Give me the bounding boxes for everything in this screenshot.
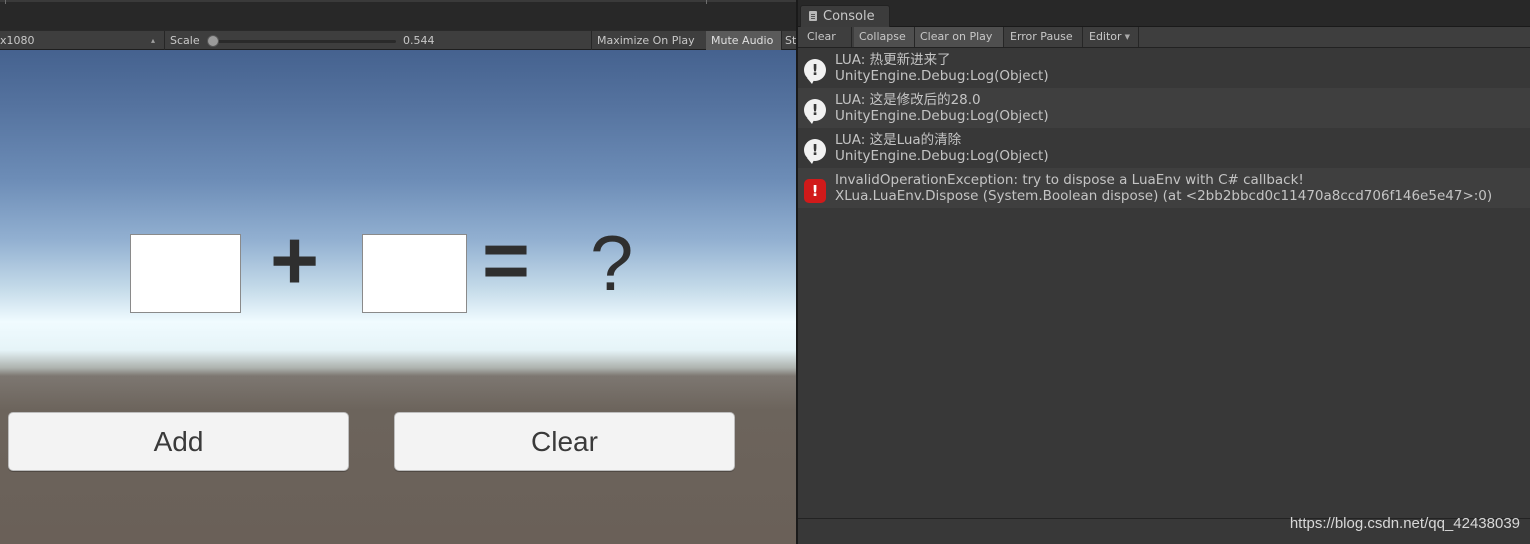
collapse-toggle[interactable]: Collapse: [854, 27, 915, 47]
log-message: LUA: 这是Lua的清除: [835, 132, 962, 148]
maximize-on-play-toggle[interactable]: Maximize On Play: [592, 31, 705, 50]
info-message-icon: !: [804, 99, 826, 124]
tab-console-label: Console: [823, 9, 875, 24]
clear-button[interactable]: Clear: [394, 412, 735, 471]
tab-console[interactable]: Console: [800, 5, 890, 27]
log-message: LUA: 热更新进来了: [835, 52, 951, 68]
scale-value: 0.544: [403, 34, 435, 47]
log-message: LUA: 这是修改后的28.0: [835, 92, 981, 108]
game-toolbar: x1080 ▴ Scale 0.544 Maximize On Play Mut…: [0, 30, 796, 50]
updown-arrows-icon: ▴: [151, 36, 156, 45]
scale-slider-track[interactable]: [212, 40, 396, 43]
strip-tick: [5, 0, 6, 4]
add-button[interactable]: Add: [8, 412, 349, 471]
editor-dropdown-label: Editor: [1089, 30, 1122, 43]
chevron-down-icon: ▼: [1124, 33, 1130, 41]
info-message-icon: !: [804, 59, 826, 84]
scale-label: Scale: [170, 34, 200, 47]
watermark: https://blog.csdn.net/qq_42438039: [1289, 515, 1520, 532]
operand-b-input[interactable]: [362, 234, 467, 313]
editor-dropdown[interactable]: Editor ▼: [1084, 27, 1139, 47]
console-tab-bar: Console: [798, 0, 1530, 27]
log-stacktrace: UnityEngine.Debug:Log(Object): [835, 68, 1049, 84]
error-pause-toggle[interactable]: Error Pause: [1005, 27, 1083, 47]
log-entry[interactable]: ! LUA: 热更新进来了 UnityEngine.Debug:Log(Obje…: [798, 48, 1530, 88]
resolution-label: x1080: [0, 34, 35, 47]
clear-on-play-toggle[interactable]: Clear on Play: [915, 27, 1004, 47]
log-entry[interactable]: ! LUA: 这是修改后的28.0 UnityEngine.Debug:Log(…: [798, 88, 1530, 128]
console-toolbar: Clear Collapse Clear on Play Error Pause…: [798, 27, 1530, 48]
console-panel: Console Clear Collapse Clear on Play Err…: [798, 0, 1530, 544]
game-view-panel: x1080 ▴ Scale 0.544 Maximize On Play Mut…: [0, 0, 796, 544]
equals-sign: =: [482, 215, 530, 306]
log-entry[interactable]: ! InvalidOperationException: try to disp…: [798, 168, 1530, 208]
resolution-dropdown[interactable]: x1080 ▴: [0, 31, 164, 50]
log-stacktrace: UnityEngine.Debug:Log(Object): [835, 108, 1049, 124]
mute-audio-toggle[interactable]: Mute Audio: [706, 31, 781, 50]
game-viewport: + = ? Add Clear: [0, 50, 796, 544]
log-stacktrace: UnityEngine.Debug:Log(Object): [835, 148, 1049, 164]
strip-tick: [706, 0, 707, 4]
error-icon: !: [804, 179, 826, 203]
console-clear-button[interactable]: Clear: [802, 27, 852, 47]
plus-sign: +: [270, 213, 320, 307]
toolbar-separator: [164, 31, 165, 50]
stats-toggle[interactable]: St: [782, 31, 796, 50]
scale-slider-thumb[interactable]: [207, 35, 219, 47]
game-tab-strip: [0, 0, 796, 30]
info-message-icon: !: [804, 139, 826, 164]
log-list: ! LUA: 热更新进来了 UnityEngine.Debug:Log(Obje…: [798, 48, 1530, 518]
log-entry[interactable]: ! LUA: 这是Lua的清除 UnityEngine.Debug:Log(Ob…: [798, 128, 1530, 168]
log-stacktrace: XLua.LuaEnv.Dispose (System.Boolean disp…: [835, 188, 1493, 204]
console-icon: [809, 11, 817, 21]
log-message: InvalidOperationException: try to dispos…: [835, 172, 1304, 188]
result-text: ?: [590, 219, 634, 307]
operand-a-input[interactable]: [130, 234, 241, 313]
